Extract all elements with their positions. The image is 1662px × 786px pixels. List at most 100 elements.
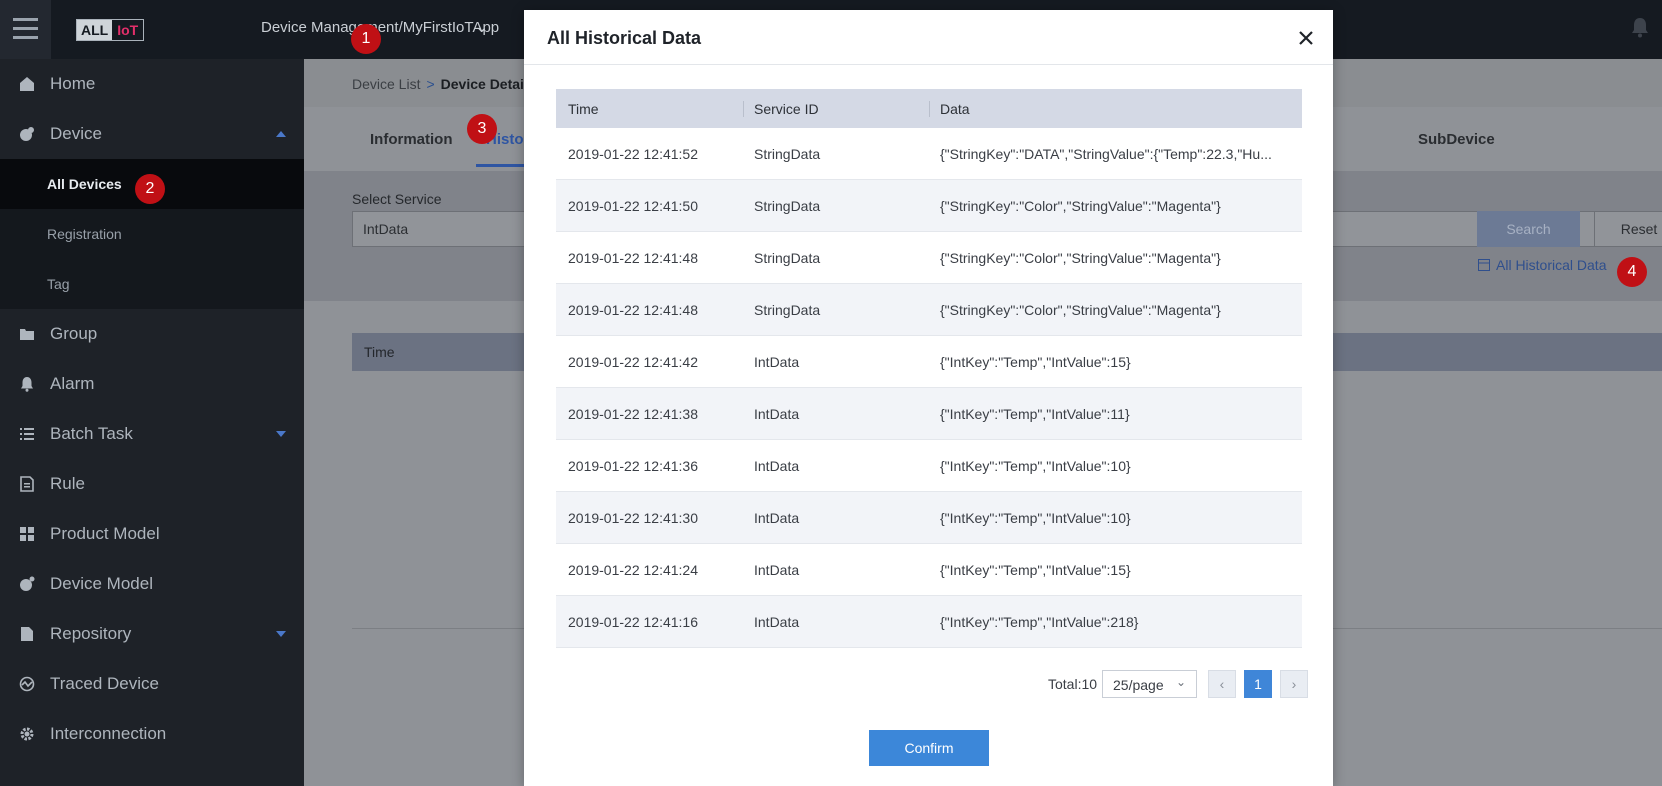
sidebar: Home Device All Devices Registration Tag… xyxy=(0,59,304,786)
grid-icon xyxy=(20,527,34,541)
table-row: 2019-01-22 12:41:24 IntData {"IntKey":"Tem… xyxy=(556,544,1302,596)
bell-icon xyxy=(21,377,33,392)
cell-data: {"StringKey":"DATA","StringValue":{"Temp… xyxy=(940,146,1272,162)
cell-time: 2019-01-22 12:41:42 xyxy=(568,354,698,370)
table-row: 2019-01-22 12:41:42 IntData {"IntKey":"Tem… xyxy=(556,336,1302,388)
sidebar-item-traced-device[interactable]: Traced Device xyxy=(0,659,304,709)
column-header-data: Data xyxy=(940,101,970,117)
cell-service-id: IntData xyxy=(754,614,800,630)
cell-service-id: StringData xyxy=(754,198,821,214)
history-table: Time Service ID Data 2019-01-22 12:41:52… xyxy=(556,89,1302,648)
sidebar-item-alarm[interactable]: Alarm xyxy=(0,359,304,409)
all-historical-data-label: All Historical Data xyxy=(1496,257,1607,273)
cell-service-id: StringData xyxy=(754,250,821,266)
chevron-left-icon: ‹ xyxy=(1219,676,1225,692)
cell-data: {"StringKey":"Color","StringValue":"Mage… xyxy=(940,250,1221,266)
cell-service-id: IntData xyxy=(754,458,800,474)
sidebar-item-tag[interactable]: Tag xyxy=(0,259,304,309)
chevron-right-icon: › xyxy=(1291,676,1297,692)
cell-time: 2019-01-22 12:41:36 xyxy=(568,458,698,474)
sidebar-item-label: Registration xyxy=(47,226,122,242)
sidebar-item-label: Rule xyxy=(50,474,85,493)
home-icon xyxy=(20,77,34,91)
page-number-button[interactable]: 1 xyxy=(1244,670,1272,698)
cell-data: {"IntKey":"Temp","IntValue":218} xyxy=(940,614,1139,630)
select-service-label: Select Service xyxy=(352,191,442,207)
sidebar-item-label: All Devices xyxy=(47,176,122,192)
service-select-value: IntData xyxy=(363,221,409,237)
app-logo[interactable]: ALL IoT xyxy=(76,19,145,41)
sidebar-item-repository[interactable]: Repository xyxy=(0,609,304,659)
sidebar-item-label: Interconnection xyxy=(50,724,167,743)
page-size-select[interactable]: 25/page ⌄ xyxy=(1102,670,1197,698)
table-row: 2019-01-22 12:41:16 IntData {"IntKey":"Tem… xyxy=(556,596,1302,648)
breadcrumb: Device List > Device Details xyxy=(352,76,536,92)
sidebar-item-label: Group xyxy=(50,324,98,343)
hamburger-line xyxy=(13,27,38,30)
breadcrumb-link-device-list[interactable]: Device List xyxy=(352,76,420,92)
cell-time: 2019-01-22 12:41:16 xyxy=(568,614,698,630)
step-marker: 3 xyxy=(467,114,497,144)
sidebar-item-device[interactable]: Device xyxy=(0,109,304,159)
cell-time: 2019-01-22 12:41:52 xyxy=(568,146,698,162)
sidebar-item-product-model[interactable]: Product Model xyxy=(0,509,304,559)
column-header-service-id: Service ID xyxy=(754,101,819,117)
cell-data: {"StringKey":"Color","StringValue":"Mage… xyxy=(940,302,1221,318)
all-historical-data-link[interactable]: All Historical Data xyxy=(1478,257,1606,273)
chevron-down-icon: ⌄ xyxy=(475,19,489,36)
page-size-value: 25/page xyxy=(1113,677,1164,693)
tab-subdevice[interactable]: SubDevice xyxy=(1418,131,1495,148)
file-icon xyxy=(21,627,33,641)
cell-data: {"StringKey":"Color","StringValue":"Mage… xyxy=(940,198,1221,214)
active-tab-indicator xyxy=(476,164,526,167)
sidebar-item-label: Device Model xyxy=(50,574,153,593)
dialog-title: All Historical Data xyxy=(547,28,702,48)
sidebar-item-label: Alarm xyxy=(50,374,95,393)
sidebar-item-interconnection[interactable]: Interconnection xyxy=(0,709,304,759)
sidebar-item-label: Device xyxy=(50,124,102,143)
sidebar-item-label: Traced Device xyxy=(50,674,159,693)
next-page-button[interactable]: › xyxy=(1280,670,1308,698)
close-icon[interactable] xyxy=(1294,26,1318,50)
sidebar-item-device-model[interactable]: Device Model xyxy=(0,559,304,609)
sidebar-item-home[interactable]: Home xyxy=(0,59,304,109)
device-model-icon xyxy=(20,576,35,591)
reset-button[interactable]: Reset xyxy=(1594,211,1662,247)
step-marker: 1 xyxy=(351,24,381,54)
pagination: Total:10 25/page ⌄ ‹ 1 › xyxy=(1048,670,1308,698)
cell-service-id: IntData xyxy=(754,562,800,578)
cell-service-id: IntData xyxy=(754,354,800,370)
sidebar-item-batch-task[interactable]: Batch Task xyxy=(0,409,304,459)
all-historical-data-dialog: All Historical Data Time Service ID Data… xyxy=(524,10,1333,786)
cell-time: 2019-01-22 12:41:24 xyxy=(568,562,698,578)
dialog-divider xyxy=(524,64,1333,65)
cell-time: 2019-01-22 12:41:50 xyxy=(568,198,698,214)
cell-time: 2019-01-22 12:41:48 xyxy=(568,250,698,266)
sidebar-item-label: Tag xyxy=(47,276,70,292)
notification-bell-icon[interactable] xyxy=(1630,16,1650,38)
tab-information[interactable]: Information xyxy=(370,131,453,148)
column-separator xyxy=(743,101,744,117)
cell-service-id: IntData xyxy=(754,406,800,422)
cell-data: {"IntKey":"Temp","IntValue":10} xyxy=(940,510,1131,526)
sidebar-item-rule[interactable]: Rule xyxy=(0,459,304,509)
trace-icon xyxy=(19,676,35,692)
search-button[interactable]: Search xyxy=(1477,211,1580,247)
sidebar-item-label: Product Model xyxy=(50,524,160,543)
cell-service-id: StringData xyxy=(754,146,821,162)
table-icon xyxy=(1478,259,1490,271)
hamburger-line xyxy=(13,18,38,21)
menu-toggle-button[interactable] xyxy=(0,0,51,59)
step-marker: 4 xyxy=(1617,257,1647,287)
cell-data: {"IntKey":"Temp","IntValue":11} xyxy=(940,406,1130,422)
prev-page-button[interactable]: ‹ xyxy=(1208,670,1236,698)
table-row: 2019-01-22 12:41:38 IntData {"IntKey":"Tem… xyxy=(556,388,1302,440)
breadcrumb-current: Device Details xyxy=(440,76,536,92)
chevron-down-icon xyxy=(276,431,286,437)
hamburger-line xyxy=(13,36,38,39)
sidebar-item-registration[interactable]: Registration xyxy=(0,209,304,259)
confirm-button[interactable]: Confirm xyxy=(869,730,989,766)
sidebar-item-group[interactable]: Group xyxy=(0,309,304,359)
sidebar-item-label: Home xyxy=(50,74,96,93)
chevron-up-icon xyxy=(276,131,286,137)
